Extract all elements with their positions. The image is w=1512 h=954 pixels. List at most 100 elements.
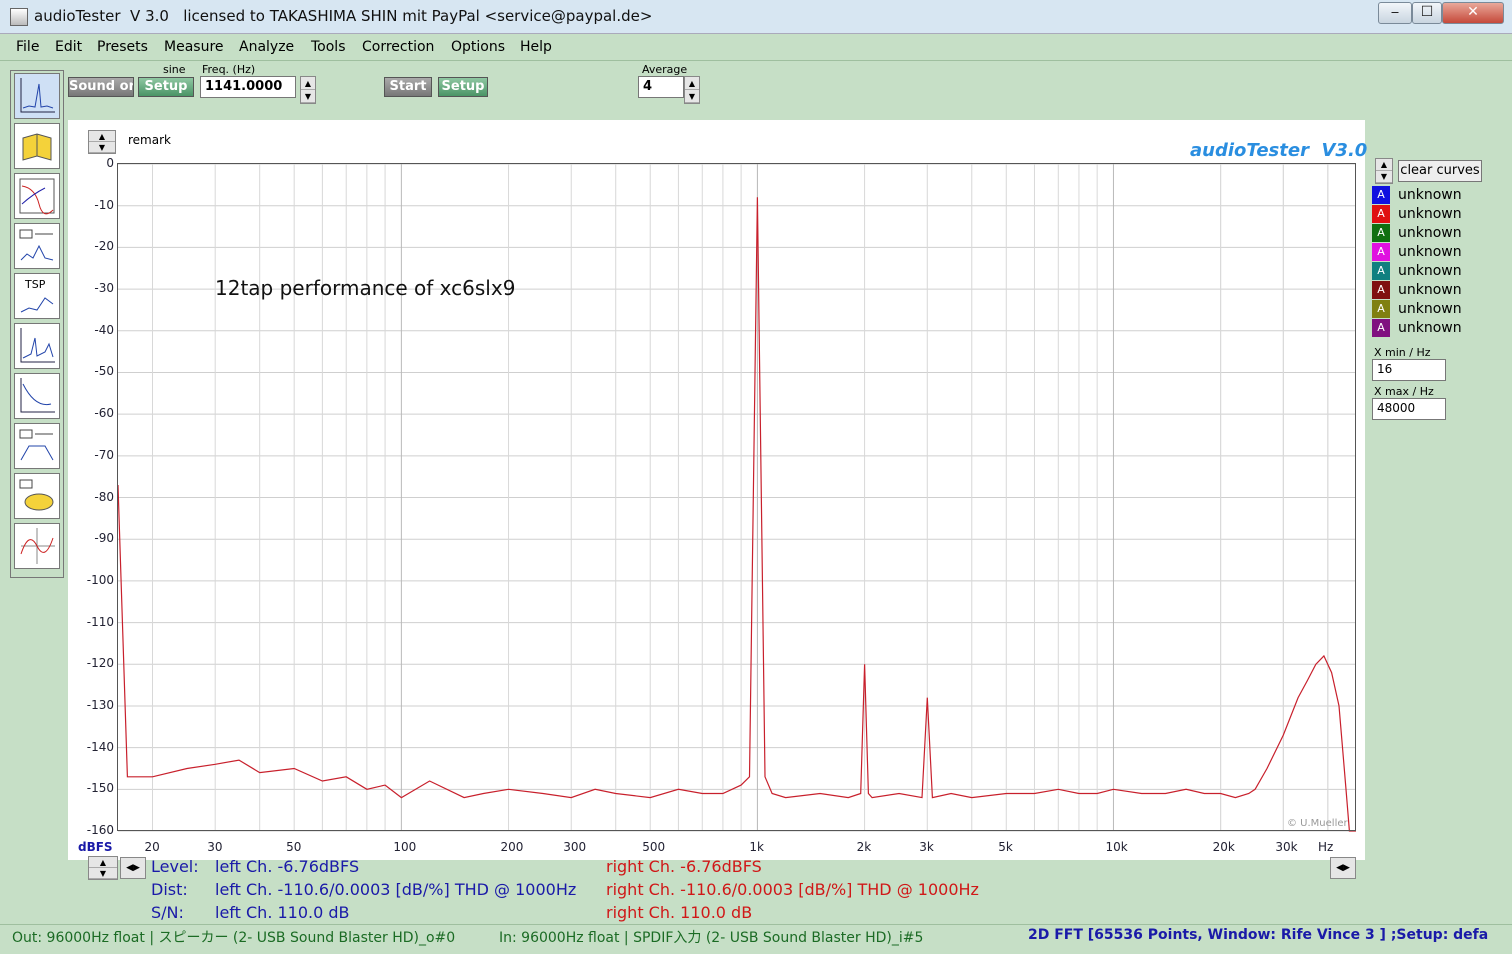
x-tick-label: 500	[642, 840, 666, 854]
impedance-icon[interactable]	[14, 373, 60, 419]
x-tick-label: 1k	[749, 840, 764, 854]
curve-legend-entry[interactable]: Aunknown	[1372, 243, 1502, 262]
curve-color-swatch[interactable]: A	[1372, 224, 1390, 242]
menu-correction[interactable]: Correction	[362, 39, 434, 55]
curve-legend-entry[interactable]: Aunknown	[1372, 205, 1502, 224]
y-tick-label: -70	[94, 447, 114, 462]
y-tick-label: -150	[86, 781, 114, 796]
generator-analyzer-icon[interactable]	[14, 223, 60, 269]
scroll-left-right-icon[interactable]: ◀▶	[120, 857, 146, 879]
spectrum-icon[interactable]	[14, 323, 60, 369]
curve-color-swatch[interactable]: A	[1372, 186, 1390, 204]
x-tick-label: 30	[207, 840, 223, 854]
plot-area[interactable]	[117, 163, 1356, 831]
spin-down-icon[interactable]: ▼	[1376, 171, 1392, 183]
curve-legend: Aunknown Aunknown Aunknown Aunknown Aunknown…	[1372, 186, 1502, 338]
status-output-device: Out: 96000Hz float | スピーカー (2- USB Sound…	[12, 930, 456, 946]
curve-color-swatch[interactable]: A	[1372, 281, 1390, 299]
app-icon[interactable]	[10, 8, 28, 26]
curve-color-swatch[interactable]: A	[1372, 300, 1390, 318]
remark-label: remark	[128, 133, 171, 147]
frequency-input[interactable]: 1141.0000	[200, 76, 296, 98]
plot-annotation: 12tap performance of xc6slx9	[215, 276, 516, 300]
curve-label: unknown	[1398, 206, 1462, 222]
right-dist-readout: right Ch. -110.6/0.0003 [dB/%] THD @ 100…	[606, 880, 979, 899]
x-tick-label: 2k	[856, 840, 872, 854]
spin-down-icon[interactable]: ▼	[685, 90, 699, 103]
generator-setup-button[interactable]: Setup	[138, 77, 194, 97]
curve-color-swatch[interactable]: A	[1372, 243, 1390, 261]
start-button[interactable]: Start	[384, 77, 432, 97]
x-tick-label: 10k	[1105, 840, 1128, 854]
scroll-left-right-icon[interactable]: ◀▶	[1330, 857, 1356, 879]
y-tick-label: -50	[94, 364, 114, 379]
curve-label: unknown	[1398, 263, 1462, 279]
menu-measure[interactable]: Measure	[164, 39, 224, 55]
average-input[interactable]: 4	[638, 76, 684, 98]
menu-edit[interactable]: Edit	[55, 39, 82, 55]
menu-analyze[interactable]: Analyze	[239, 39, 294, 55]
menu-options[interactable]: Options	[451, 39, 505, 55]
average-spinner[interactable]: ▲ ▼	[684, 76, 700, 104]
close-button[interactable]: ✕	[1442, 2, 1504, 24]
filter-icon[interactable]	[14, 423, 60, 469]
spin-up-icon[interactable]: ▲	[685, 77, 699, 90]
curve-legend-entry[interactable]: Aunknown	[1372, 319, 1502, 338]
status-bar: Out: 96000Hz float | スピーカー (2- USB Sound…	[0, 924, 1512, 954]
spin-down-icon[interactable]: ▼	[301, 90, 315, 103]
y-tick-label: -160	[86, 823, 114, 837]
remark-spinner[interactable]: ▲ ▼	[88, 130, 116, 154]
readout-spinner[interactable]: ▲ ▼	[88, 856, 118, 880]
spin-down-icon[interactable]: ▼	[89, 868, 117, 879]
y-tick-label: -110	[86, 614, 114, 629]
spin-up-icon[interactable]: ▲	[301, 77, 315, 90]
curve-color-swatch[interactable]: A	[1372, 319, 1390, 337]
watermark: © U.Mueller	[1287, 818, 1348, 829]
x-tick-label: 20k	[1212, 840, 1235, 854]
tsp-icon[interactable]: TSP	[14, 273, 60, 319]
curve-label: unknown	[1398, 320, 1462, 336]
curve-legend-entry[interactable]: Aunknown	[1372, 186, 1502, 205]
y-tick-label: -100	[86, 572, 114, 587]
oscilloscope-icon[interactable]	[14, 523, 60, 569]
spin-up-icon[interactable]: ▲	[1376, 159, 1392, 171]
curve-label: unknown	[1398, 225, 1462, 241]
maximize-button[interactable]: ☐	[1412, 2, 1442, 24]
curve-color-swatch[interactable]: A	[1372, 205, 1390, 223]
y-unit-label: dBFS	[78, 840, 113, 854]
xmin-input[interactable]: 16	[1372, 359, 1446, 381]
menu-presets[interactable]: Presets	[97, 39, 148, 55]
xmax-input[interactable]: 48000	[1372, 398, 1446, 420]
freq-label: Freq. (Hz)	[202, 63, 256, 76]
menu-file[interactable]: File	[16, 39, 39, 55]
left-dist-readout: left Ch. -110.6/0.0003 [dB/%] THD @ 1000…	[215, 880, 577, 899]
xmax-label: X max / Hz	[1374, 385, 1434, 398]
curve-legend-entry[interactable]: Aunknown	[1372, 224, 1502, 243]
minimize-button[interactable]: ⎯	[1378, 2, 1412, 24]
sound-source-button[interactable]: Sound or	[68, 77, 134, 97]
frequency-spinner[interactable]: ▲ ▼	[300, 76, 316, 104]
y-tick-label: -40	[94, 322, 114, 337]
menu-tools[interactable]: Tools	[311, 39, 346, 55]
curve-legend-entry[interactable]: Aunknown	[1372, 281, 1502, 300]
menu-bar: File Edit Presets Measure Analyze Tools …	[0, 35, 1512, 61]
analyzer-setup-button[interactable]: Setup	[438, 77, 488, 97]
x-tick-label: 20	[144, 840, 160, 854]
frequency-response-icon[interactable]	[14, 173, 60, 219]
book-icon[interactable]	[14, 123, 60, 169]
y-tick-label: -90	[94, 531, 114, 546]
title-bar: audioTester V 3.0 licensed to TAKASHIMA …	[0, 0, 1512, 34]
curve-legend-entry[interactable]: Aunknown	[1372, 262, 1502, 281]
distortion-icon[interactable]	[14, 473, 60, 519]
spin-up-icon[interactable]: ▲	[89, 857, 117, 868]
curve-list-spinner[interactable]: ▲ ▼	[1375, 158, 1393, 184]
clear-curves-button[interactable]: clear curves	[1398, 160, 1482, 182]
spin-down-icon[interactable]: ▼	[89, 142, 115, 153]
right-sn-readout: right Ch. 110.0 dB	[606, 903, 753, 922]
fft-analyzer-icon[interactable]	[14, 73, 60, 119]
menu-help[interactable]: Help	[520, 39, 552, 55]
x-tick-label: 3k	[919, 840, 934, 854]
curve-legend-entry[interactable]: Aunknown	[1372, 300, 1502, 319]
spin-up-icon[interactable]: ▲	[89, 131, 115, 142]
curve-color-swatch[interactable]: A	[1372, 262, 1390, 280]
